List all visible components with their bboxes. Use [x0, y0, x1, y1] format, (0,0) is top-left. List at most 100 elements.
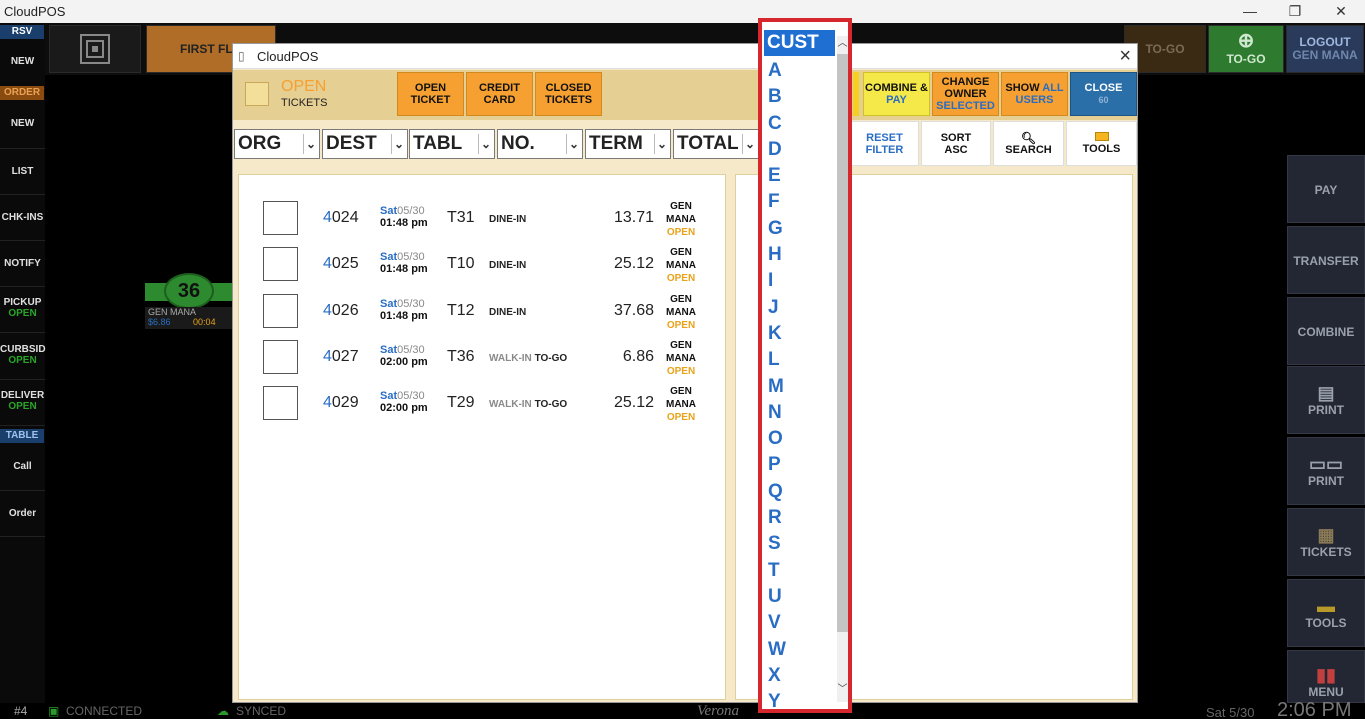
ticket-checkbox[interactable]: [263, 293, 298, 328]
print-button-1[interactable]: ▤ PRINT: [1287, 366, 1365, 434]
ticket-row[interactable]: 4025 Sat05/30 01:48 pm T10 DINE-IN 25.12 GEN M…: [239, 246, 726, 292]
letter-option[interactable]: W: [768, 637, 786, 663]
window-close-button[interactable]: ✕: [1331, 2, 1351, 20]
ticket-owner-line2: MANA: [666, 399, 696, 411]
home-button[interactable]: [49, 25, 141, 73]
dropdown-scrollbar-thumb[interactable]: [837, 54, 848, 632]
table-widget[interactable]: 36 GEN MANA $6.86 00:04: [145, 255, 233, 333]
cust-filter-dropdown[interactable]: CUST ︿ ﹀ ABCDEFGHIJKLMNOPQRSTUVWXY: [758, 18, 852, 713]
tabl-filter[interactable]: TABL ⌄: [409, 129, 495, 159]
ticket-date: 05/30: [397, 343, 425, 356]
call-button[interactable]: Call: [0, 445, 45, 491]
letter-option[interactable]: B: [768, 84, 786, 110]
chevron-down-icon: ⌄: [391, 134, 406, 154]
letter-option[interactable]: E: [768, 163, 786, 189]
ticket-row[interactable]: 4024 Sat05/30 01:48 pm T31 DINE-IN 13.71 GEN M…: [239, 200, 726, 246]
menu-button[interactable]: ▮▮ MENU: [1287, 650, 1365, 703]
letter-option[interactable]: P: [768, 452, 786, 478]
letter-option[interactable]: O: [768, 426, 786, 452]
letter-option[interactable]: T: [768, 558, 786, 584]
letter-option[interactable]: V: [768, 610, 786, 636]
letter-option[interactable]: G: [768, 216, 786, 242]
search-icon: 🔍︎: [1020, 130, 1037, 145]
rsv-new-button[interactable]: NEW: [0, 43, 45, 89]
ticket-owner-line1: GEN: [670, 339, 692, 351]
dest-filter[interactable]: DEST ⌄: [322, 129, 408, 159]
minimize-button[interactable]: —: [1240, 2, 1260, 20]
section-order: ORDER: [0, 86, 44, 100]
transfer-button[interactable]: TRANSFER: [1287, 226, 1365, 294]
combine-button[interactable]: COMBINE: [1287, 297, 1365, 365]
ticket-checkbox[interactable]: [263, 386, 298, 421]
ticket-row[interactable]: 4027 Sat05/30 02:00 pm T36 WALK-IN TO-GO 6.86…: [239, 339, 726, 385]
ticket-row[interactable]: 4029 Sat05/30 02:00 pm T29 WALK-IN TO-GO 25.1…: [239, 385, 726, 431]
scroll-up-icon[interactable]: ︿: [837, 34, 848, 49]
sort-asc-button[interactable]: SORT ASC: [921, 121, 991, 166]
togo-button-2[interactable]: ⊕ TO-GO: [1208, 25, 1284, 73]
no-filter[interactable]: NO. ⌄: [497, 129, 583, 159]
letter-option[interactable]: D: [768, 137, 786, 163]
open-ticket-button[interactable]: OPEN TICKET: [397, 72, 464, 116]
closed-tickets-button[interactable]: CLOSED TICKETS: [535, 72, 602, 116]
letter-option[interactable]: K: [768, 321, 786, 347]
credit-card-button[interactable]: CREDIT CARD: [466, 72, 533, 116]
ticket-checkbox[interactable]: [263, 339, 298, 374]
letter-option[interactable]: C: [768, 111, 786, 137]
scroll-down-icon[interactable]: ﹀: [837, 680, 848, 695]
org-filter[interactable]: ORG ⌄: [234, 129, 320, 159]
checkins-button[interactable]: CHK-INS: [0, 195, 45, 241]
ticket-type: DINE-IN: [489, 214, 526, 225]
change-owner-button[interactable]: CHANGE OWNER SELECTED: [932, 72, 999, 116]
letter-option[interactable]: J: [768, 295, 786, 321]
order-button[interactable]: Order: [0, 491, 45, 537]
ticket-owner-line2: MANA: [666, 214, 696, 225]
cust-selected-option[interactable]: CUST: [764, 30, 835, 56]
pickup-button[interactable]: PICKUP OPEN: [0, 287, 45, 333]
letter-option[interactable]: X: [768, 663, 786, 689]
term-filter[interactable]: TERM ⌄: [585, 129, 671, 159]
show-all-users-button[interactable]: SHOW ALL USERS: [1001, 72, 1068, 116]
delivery-button[interactable]: DELIVER OPEN: [0, 380, 45, 426]
letter-option[interactable]: R: [768, 505, 786, 531]
order-list-button[interactable]: LIST: [0, 149, 45, 195]
letter-options: ABCDEFGHIJKLMNOPQRSTUVWXY: [768, 58, 786, 715]
tools-button[interactable]: ▬ TOOLS: [1287, 579, 1365, 647]
letter-option[interactable]: F: [768, 189, 786, 215]
dialog-close-icon[interactable]: ×: [1119, 45, 1131, 68]
ticket-checkbox[interactable]: [263, 201, 298, 235]
total-filter[interactable]: TOTAL ⌄: [673, 129, 759, 159]
tickets-button[interactable]: ▦ TICKETS: [1287, 508, 1365, 576]
letter-option[interactable]: N: [768, 400, 786, 426]
reset-filter-button[interactable]: RESET FILTER: [850, 121, 919, 166]
tickets-label: TICKETS: [1300, 545, 1352, 559]
notepad-icon: [245, 82, 269, 106]
combine-pay-button[interactable]: COMBINE & PAY: [863, 72, 930, 116]
letter-option[interactable]: A: [768, 58, 786, 84]
letter-option[interactable]: H: [768, 242, 786, 268]
letter-option[interactable]: Q: [768, 479, 786, 505]
letter-option[interactable]: I: [768, 268, 786, 294]
restore-button[interactable]: ❐: [1285, 2, 1305, 20]
close-dialog-button[interactable]: CLOSE 60: [1070, 72, 1137, 116]
letter-option[interactable]: S: [768, 531, 786, 557]
letter-option[interactable]: L: [768, 347, 786, 373]
curbside-button[interactable]: CURBSID OPEN: [0, 334, 46, 380]
toolbox-icon: [1094, 132, 1109, 141]
logout-button[interactable]: LOGOUT GEN MANA: [1286, 25, 1364, 73]
print-button-2[interactable]: ▭▭ PRINT: [1287, 437, 1365, 505]
ticket-status: OPEN: [666, 412, 696, 424]
chevron-down-icon: ⌄: [303, 134, 318, 154]
tools-dialog-button[interactable]: TOOLS: [1066, 121, 1137, 166]
ticket-row[interactable]: 4026 Sat05/30 01:48 pm T12 DINE-IN 37.68 GEN M…: [239, 293, 726, 339]
notify-button[interactable]: NOTIFY: [0, 241, 45, 287]
letter-option[interactable]: U: [768, 584, 786, 610]
ticket-status: OPEN: [666, 227, 696, 238]
letter-option[interactable]: M: [768, 374, 786, 400]
order-new-button[interactable]: NEW: [0, 103, 45, 149]
dialog-titlebar: ▯ CloudPOS ×: [233, 44, 1137, 69]
letter-option[interactable]: Y: [768, 689, 786, 715]
ticket-table: T36: [447, 347, 475, 365]
search-button[interactable]: 🔍︎ SEARCH: [993, 121, 1064, 166]
pay-button[interactable]: PAY: [1287, 155, 1365, 223]
ticket-checkbox[interactable]: [263, 247, 298, 282]
